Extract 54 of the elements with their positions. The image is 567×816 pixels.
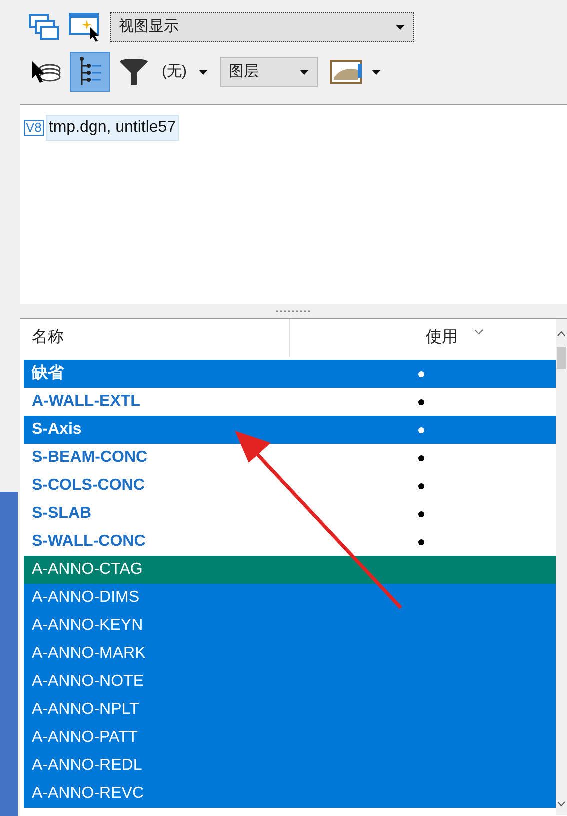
view-dropdown[interactable]: 视图显示 bbox=[110, 12, 414, 42]
vertical-scrollbar[interactable] bbox=[556, 319, 567, 815]
table-row[interactable]: A-ANNO-REDL bbox=[24, 752, 556, 780]
splitter-grip-icon[interactable] bbox=[276, 310, 312, 312]
layer-name: A-ANNO-REVC bbox=[31, 784, 146, 804]
picture-icon bbox=[330, 58, 364, 86]
column-header[interactable]: 名称 bbox=[24, 319, 290, 357]
used-dot-icon bbox=[418, 482, 424, 490]
caret-icon bbox=[396, 24, 405, 30]
file-badge-icon: V8 bbox=[24, 120, 44, 136]
layer-name: A-ANNO-CTAG bbox=[31, 560, 144, 580]
table-row[interactable]: A-ANNO-PATT bbox=[24, 724, 556, 752]
used-dot-icon bbox=[418, 454, 424, 462]
table-row[interactable]: A-ANNO-MARK bbox=[24, 640, 556, 668]
used-dot-icon bbox=[418, 370, 424, 378]
used-dot-icon bbox=[418, 538, 424, 546]
layer-name: A-ANNO-KEYN bbox=[31, 616, 144, 636]
table-row[interactable]: 缺省 bbox=[24, 360, 556, 388]
layer-name: A-ANNO-DIMS bbox=[31, 588, 141, 608]
filter-icon[interactable] bbox=[118, 56, 150, 88]
new-window-icon[interactable] bbox=[68, 11, 102, 43]
filter-dropdown[interactable]: (无) bbox=[158, 60, 212, 84]
layer-name: 缺省 bbox=[30, 364, 66, 384]
used-dot-icon bbox=[418, 510, 424, 518]
sort-chevron-icon[interactable] bbox=[474, 329, 484, 335]
used-dot-icon bbox=[418, 398, 424, 406]
layer-name: S-WALL-CONC bbox=[31, 532, 147, 552]
tree-icon bbox=[77, 56, 103, 88]
used-dot-icon bbox=[418, 426, 424, 434]
layer-name: A-ANNO-NOTE bbox=[31, 672, 145, 692]
layer-name: A-ANNO-REDL bbox=[31, 756, 144, 776]
caret-icon bbox=[300, 70, 309, 74]
layer-name: A-ANNO-NPLT bbox=[31, 700, 140, 720]
table-row[interactable]: A-ANNO-CTAG bbox=[24, 556, 556, 584]
layer-name: S-SLAB bbox=[31, 504, 93, 524]
tree-view-toggle[interactable] bbox=[70, 52, 110, 92]
column-header[interactable]: 使用 bbox=[426, 326, 458, 350]
layer-name: A-ANNO-PATT bbox=[31, 728, 140, 748]
table-row[interactable]: S-Axis bbox=[24, 416, 556, 444]
caret-icon bbox=[372, 70, 381, 74]
layer-name: A-ANNO-MARK bbox=[31, 644, 147, 664]
mode-dropdown[interactable]: 图层 bbox=[220, 57, 318, 87]
table-row[interactable]: A-ANNO-DIMS bbox=[24, 584, 556, 612]
layer-name: S-Axis bbox=[31, 420, 83, 440]
window-stack-icon[interactable] bbox=[28, 13, 60, 41]
tree-item[interactable]: tmp.dgn, untitle57 bbox=[46, 115, 180, 141]
caret-icon bbox=[199, 70, 208, 74]
layer-name: S-COLS-CONC bbox=[31, 476, 146, 496]
layer-name: S-BEAM-CONC bbox=[31, 448, 149, 468]
layer-name: A-WALL-EXTL bbox=[31, 392, 142, 412]
table-row[interactable]: A-ANNO-KEYN bbox=[24, 612, 556, 640]
table-row[interactable]: A-ANNO-REVC bbox=[24, 780, 556, 808]
table-row[interactable]: A-ANNO-NOTE bbox=[24, 668, 556, 696]
table-row[interactable]: A-ANNO-NPLT bbox=[24, 696, 556, 724]
